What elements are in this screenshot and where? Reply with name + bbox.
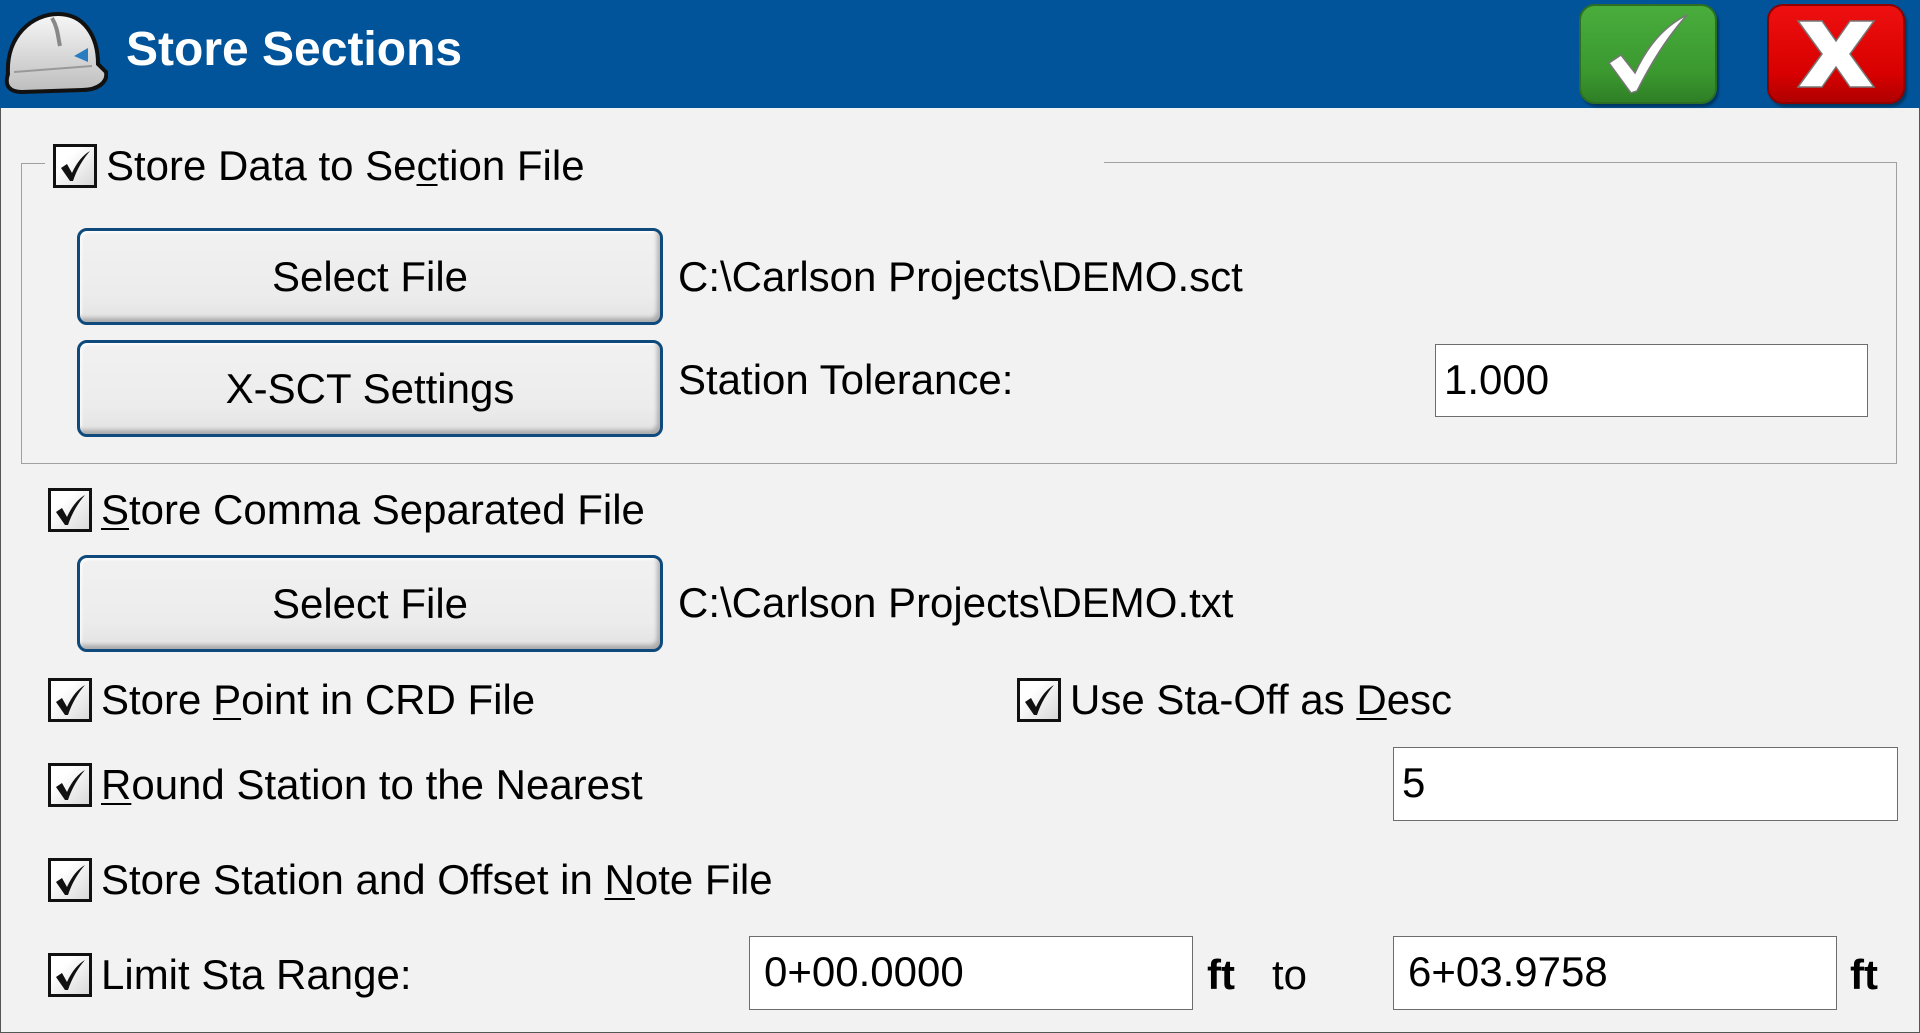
- ok-button[interactable]: [1579, 4, 1717, 104]
- station-range-from-input[interactable]: 0+00.0000: [749, 936, 1193, 1010]
- checkmark-icon: [56, 495, 85, 525]
- checkbox-checked[interactable]: [48, 858, 92, 902]
- round-station-checkbox[interactable]: Round Station to the Nearest: [48, 760, 643, 810]
- comma-file-path: C:\Carlson Projects\DEMO.txt: [678, 579, 1234, 626]
- checkmark-icon: [1607, 14, 1688, 94]
- to-unit-label: ft: [1850, 951, 1878, 998]
- use-sta-off-desc-checkbox[interactable]: Use Sta-Off as Desc: [1017, 675, 1452, 725]
- checkmark-icon: [56, 685, 85, 715]
- checkbox-label: Round Station to the Nearest: [101, 761, 643, 808]
- hard-hat-icon: [4, 11, 108, 95]
- checkbox-checked[interactable]: [48, 953, 92, 997]
- checkbox-checked[interactable]: [1017, 678, 1061, 722]
- checkbox-checked[interactable]: [48, 488, 92, 532]
- checkbox-checked[interactable]: [48, 763, 92, 807]
- limit-sta-range-checkbox[interactable]: Limit Sta Range:: [48, 950, 412, 1000]
- store-comma-file-checkbox[interactable]: Store Comma Separated File: [48, 485, 645, 535]
- checkmark-icon: [56, 865, 85, 895]
- to-label: to: [1272, 951, 1308, 998]
- store-point-crd-checkbox[interactable]: Store Point in CRD File: [48, 675, 535, 725]
- round-station-input[interactable]: 5: [1393, 747, 1898, 821]
- checkmark-icon: [56, 770, 85, 800]
- checkbox-label: Use Sta-Off as Desc: [1070, 676, 1453, 723]
- group-border: [1104, 162, 1897, 163]
- store-section-file-checkbox[interactable]: Store Data to Section File: [53, 141, 585, 191]
- from-unit-label: ft: [1207, 951, 1235, 998]
- station-range-to-input[interactable]: 6+03.9758: [1393, 936, 1837, 1010]
- station-tolerance-input[interactable]: 1.000: [1435, 344, 1868, 417]
- checkbox-checked[interactable]: [48, 678, 92, 722]
- store-note-file-checkbox[interactable]: Store Station and Offset in Note File: [48, 855, 773, 905]
- xsct-settings-button[interactable]: X-SCT Settings: [77, 340, 663, 437]
- station-tolerance-label: Station Tolerance:: [678, 356, 1014, 403]
- cancel-button[interactable]: [1767, 4, 1905, 104]
- select-comma-file-button[interactable]: Select File: [77, 555, 663, 652]
- checkbox-label: Store Comma Separated File: [101, 486, 645, 533]
- x-icon: [1796, 20, 1876, 88]
- section-file-path: C:\Carlson Projects\DEMO.sct: [678, 253, 1243, 300]
- checkbox-label: Limit Sta Range:: [101, 951, 412, 998]
- title-bar: Store Sections: [0, 0, 1920, 108]
- checkmark-icon: [61, 151, 90, 181]
- checkbox-label: Store Point in CRD File: [101, 676, 536, 723]
- dialog-title: Store Sections: [126, 23, 463, 76]
- checkbox-checked[interactable]: [53, 144, 97, 188]
- group-border: [21, 163, 45, 164]
- select-section-file-button[interactable]: Select File: [77, 228, 663, 325]
- checkmark-icon: [1025, 685, 1054, 715]
- checkbox-label: Store Data to Section File: [106, 142, 585, 189]
- checkbox-label: Store Station and Offset in Note File: [101, 856, 773, 903]
- checkmark-icon: [56, 960, 85, 990]
